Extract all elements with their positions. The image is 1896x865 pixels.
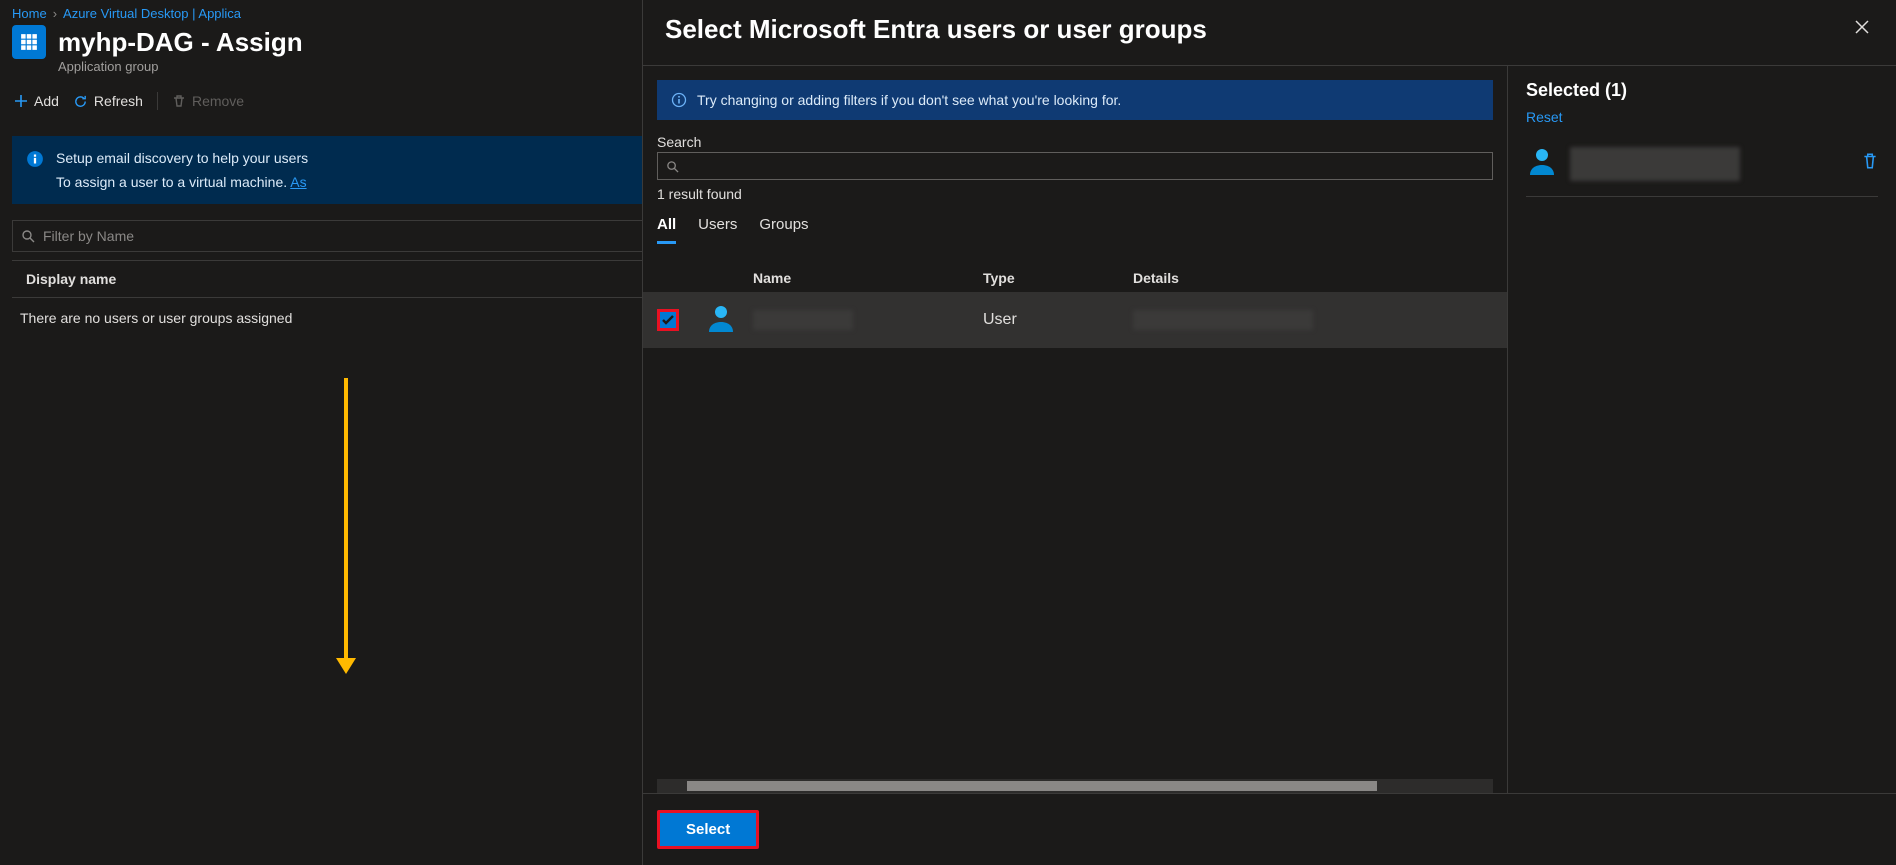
add-label: Add [34, 93, 59, 109]
user-icon [1526, 145, 1558, 182]
select-button[interactable]: Select [657, 810, 759, 849]
selected-item [1526, 145, 1878, 197]
selected-title: Selected (1) [1526, 80, 1878, 101]
close-icon[interactable] [1850, 14, 1874, 45]
trash-icon [172, 94, 186, 108]
app-group-icon [12, 25, 46, 59]
user-icon [705, 302, 753, 339]
breadcrumb-level1[interactable]: Azure Virtual Desktop | Applica [63, 6, 241, 21]
row-name [753, 310, 853, 330]
info-icon [26, 150, 44, 168]
select-users-panel: Select Microsoft Entra users or user gro… [642, 0, 1896, 865]
info-icon [671, 92, 687, 108]
col-name: Name [753, 270, 983, 286]
tab-users[interactable]: Users [698, 214, 737, 244]
row-type: User [983, 311, 1133, 329]
table-row[interactable]: User [643, 292, 1507, 348]
plus-icon [14, 94, 28, 108]
filter-hint: Try changing or adding filters if you do… [657, 80, 1493, 120]
chevron-right-icon: › [53, 6, 57, 21]
info-link[interactable]: As [290, 174, 306, 190]
tab-all[interactable]: All [657, 214, 676, 244]
annotation-arrow [344, 378, 348, 660]
search-label: Search [657, 134, 1493, 150]
panel-title: Select Microsoft Entra users or user gro… [665, 14, 1207, 45]
refresh-label: Refresh [94, 93, 143, 109]
row-checkbox[interactable] [657, 309, 679, 331]
search-input[interactable] [687, 158, 1484, 174]
reset-link[interactable]: Reset [1526, 109, 1563, 125]
toolbar-divider [157, 92, 158, 110]
search-icon [21, 229, 35, 243]
search-box[interactable] [657, 152, 1493, 180]
selected-name [1570, 147, 1740, 181]
refresh-button[interactable]: Refresh [73, 93, 143, 109]
horizontal-scrollbar[interactable] [657, 779, 1493, 793]
search-icon [666, 160, 679, 173]
tab-groups[interactable]: Groups [759, 214, 808, 244]
breadcrumb-home[interactable]: Home [12, 6, 47, 21]
refresh-icon [73, 94, 88, 109]
col-details: Details [1133, 270, 1493, 286]
result-count: 1 result found [657, 186, 1493, 202]
remove-button: Remove [172, 93, 244, 109]
col-type: Type [983, 270, 1133, 286]
row-details [1133, 310, 1313, 330]
info-line2: To assign a user to a virtual machine. [56, 174, 287, 190]
remove-selected-icon[interactable] [1862, 152, 1878, 175]
info-line1: Setup email discovery to help your users [56, 150, 308, 166]
filter-hint-text: Try changing or adding filters if you do… [697, 92, 1121, 108]
remove-label: Remove [192, 93, 244, 109]
add-button[interactable]: Add [14, 93, 59, 109]
page-title: myhp-DAG - Assign [58, 27, 303, 58]
